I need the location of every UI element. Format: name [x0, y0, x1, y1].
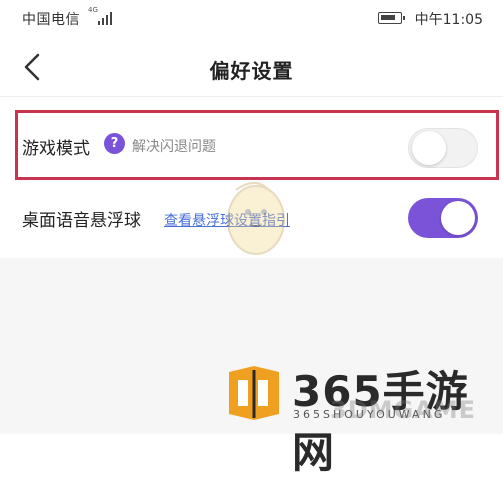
toggle-knob: [441, 201, 475, 235]
battery-icon: [378, 12, 405, 24]
floating-ball-toggle[interactable]: [408, 198, 478, 238]
header: 偏好设置: [0, 40, 503, 95]
mascot-watermark-icon: [227, 182, 285, 255]
floating-ball-label: 桌面语音悬浮球: [22, 211, 141, 231]
brand-logo-icon: [229, 366, 279, 420]
page-title: 偏好设置: [209, 59, 294, 83]
status-bar: 中国电信 4G 中午11:05: [0, 0, 503, 34]
signal-icon: [98, 11, 116, 25]
secondary-watermark: 3DMGAME: [330, 396, 477, 424]
carrier-label: 中国电信: [22, 12, 80, 28]
clock: 中午11:05: [414, 12, 483, 28]
network-type: 4G: [88, 6, 98, 14]
